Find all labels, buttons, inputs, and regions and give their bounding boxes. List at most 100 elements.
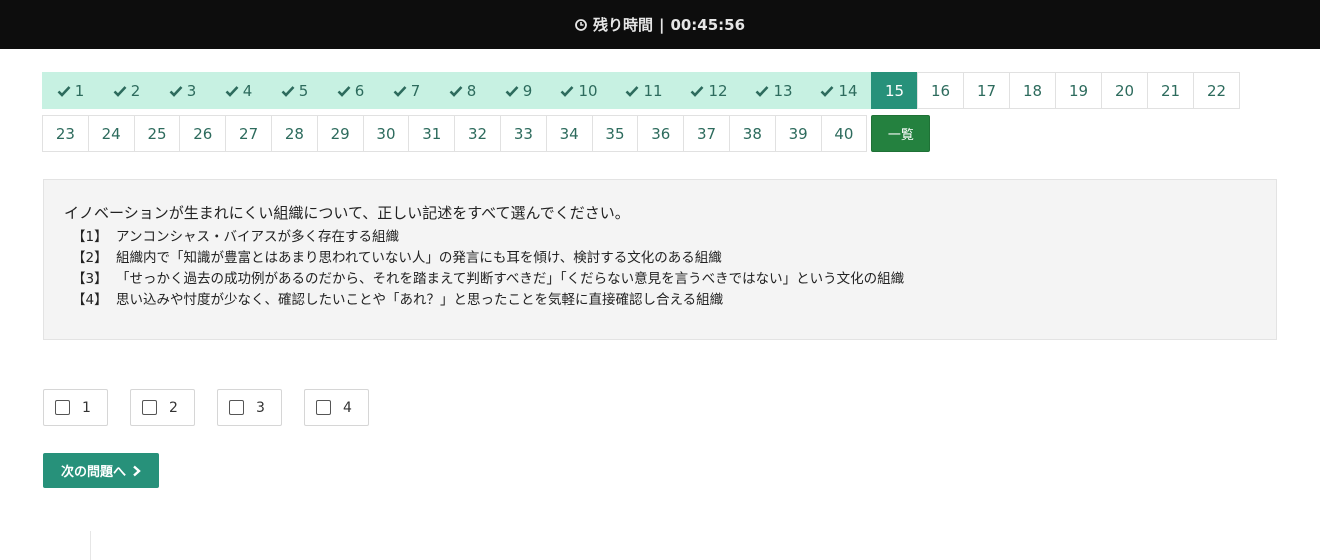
question-nav-number: 5 — [298, 81, 309, 100]
question-nav-item-33[interactable]: 33 — [499, 115, 547, 152]
check-icon — [820, 85, 834, 97]
question-nav-item-40[interactable]: 40 — [820, 115, 868, 152]
question-nav-item-32[interactable]: 32 — [454, 115, 501, 152]
question-nav-item-7[interactable]: 7 — [378, 72, 435, 109]
question-nav-item-4[interactable]: 4 — [210, 72, 267, 109]
question-nav-number: 28 — [284, 124, 304, 143]
question-nav-item-26[interactable]: 26 — [179, 115, 227, 152]
question-nav-item-27[interactable]: 27 — [225, 115, 272, 152]
check-icon — [690, 85, 704, 97]
check-icon — [337, 85, 351, 97]
answer-checkbox-1[interactable]: 1 — [43, 389, 108, 426]
question-nav-row-2: 23 24 25 26 27 28 29 30 31 32 33 34 35 36 37 38 39 40 一覧 — [42, 115, 1282, 153]
question-nav-number: 7 — [410, 81, 421, 100]
answer-label: 1 — [82, 399, 91, 416]
question-nav-number: 38 — [742, 124, 762, 143]
question-nav-item-20[interactable]: 20 — [1101, 72, 1148, 109]
question-nav-item-29[interactable]: 29 — [316, 115, 364, 152]
timer-bar: 残り時間 | 00:45:56 — [0, 0, 1320, 50]
question-nav-number: 14 — [838, 81, 858, 100]
check-icon — [625, 85, 639, 97]
option-label: 【1】 — [72, 229, 108, 245]
question-nav-item-22[interactable]: 22 — [1193, 72, 1240, 109]
question-nav-item-36[interactable]: 36 — [637, 115, 685, 152]
check-icon — [169, 85, 183, 97]
option-label: 【3】 — [72, 271, 108, 287]
check-icon — [113, 85, 127, 97]
question-nav-item-5[interactable]: 5 — [266, 72, 323, 109]
option-label: 【2】 — [72, 250, 108, 266]
option-text: 組織内で「知識が豊富とはあまり思われていない人」の発言にも耳を傾け、検討する文化… — [116, 250, 722, 266]
question-nav-number: 32 — [468, 124, 488, 143]
answer-checkbox-4[interactable]: 4 — [304, 389, 369, 426]
question-nav-item-11[interactable]: 11 — [611, 72, 677, 109]
question-nav-item-23[interactable]: 23 — [42, 115, 89, 152]
question-panel: イノベーションが生まれにくい組織について、正しい記述をすべて選んでください。 【… — [43, 179, 1277, 340]
question-nav-item-12[interactable]: 12 — [676, 72, 742, 109]
question-nav-item-35[interactable]: 35 — [591, 115, 639, 152]
question-nav-number: 34 — [559, 124, 579, 143]
question-nav-item-3[interactable]: 3 — [154, 72, 211, 109]
question-nav-item-24[interactable]: 24 — [87, 115, 135, 152]
question-nav-item-18[interactable]: 18 — [1009, 72, 1056, 109]
question-nav-item-17[interactable]: 17 — [963, 72, 1010, 109]
question-nav-number: 19 — [1068, 81, 1089, 100]
question-nav-number: 39 — [788, 124, 808, 143]
question-nav-item-6[interactable]: 6 — [322, 72, 379, 109]
question-nav-item-38[interactable]: 38 — [728, 115, 776, 152]
question-nav-number: 9 — [522, 81, 533, 100]
question-nav-item-25[interactable]: 25 — [133, 115, 181, 152]
question-list-button[interactable]: 一覧 — [871, 115, 931, 152]
question-nav-item-37[interactable]: 37 — [683, 115, 730, 152]
question-nav-number: 35 — [605, 124, 625, 143]
answer-label: 3 — [256, 399, 265, 416]
question-nav-item-15[interactable]: 15 — [871, 72, 918, 109]
chevron-right-icon — [132, 465, 141, 477]
checkbox-icon[interactable] — [55, 400, 70, 415]
question-options: 【1】 アンコンシャス・バイアスが多く存在する組織【2】 組織内で「知識が豊富とはあ… — [64, 227, 1256, 311]
question-nav-number: 21 — [1160, 81, 1181, 100]
question-nav-number: 11 — [643, 81, 663, 100]
question-nav-number: 15 — [884, 81, 905, 100]
question-nav-number: 8 — [466, 81, 477, 100]
check-icon — [57, 85, 71, 97]
question-nav-item-1[interactable]: 1 — [42, 72, 99, 109]
question-nav-item-10[interactable]: 10 — [546, 72, 612, 109]
check-icon — [393, 85, 407, 97]
question-option: 【1】 アンコンシャス・バイアスが多く存在する組織 — [64, 227, 1256, 248]
checkbox-icon[interactable] — [142, 400, 157, 415]
question-nav-number: 13 — [773, 81, 793, 100]
answer-checkbox-2[interactable]: 2 — [130, 389, 195, 426]
question-nav-number: 20 — [1114, 81, 1135, 100]
question-nav-item-8[interactable]: 8 — [434, 72, 491, 109]
question-nav-number: 2 — [130, 81, 141, 100]
question-nav-item-16[interactable]: 16 — [917, 72, 964, 109]
check-icon — [449, 85, 463, 97]
question-nav-item-2[interactable]: 2 — [98, 72, 155, 109]
answer-label: 2 — [169, 399, 178, 416]
question-nav-number: 4 — [242, 81, 253, 100]
checkbox-icon[interactable] — [229, 400, 244, 415]
question-nav-number: 24 — [101, 124, 121, 143]
checkbox-icon[interactable] — [316, 400, 331, 415]
option-label: 【4】 — [72, 292, 108, 308]
answer-checkbox-3[interactable]: 3 — [217, 389, 282, 426]
option-text: 「せっかく過去の成功例があるのだから、それを踏まえて判断すべきだ」「くだらない意… — [116, 271, 905, 287]
question-nav-number: 18 — [1022, 81, 1043, 100]
question-nav-item-30[interactable]: 30 — [362, 115, 410, 152]
question-nav-item-19[interactable]: 19 — [1055, 72, 1102, 109]
question-nav-item-31[interactable]: 31 — [408, 115, 456, 152]
question-nav-item-13[interactable]: 13 — [741, 72, 807, 109]
question-nav-item-34[interactable]: 34 — [545, 115, 593, 152]
question-nav-item-28[interactable]: 28 — [270, 115, 318, 152]
question-nav-number: 25 — [147, 124, 167, 143]
question-nav-item-9[interactable]: 9 — [490, 72, 547, 109]
question-navigator: 1 2 3 4 5 6 7 8 9 10 11 12 13 14 15 16 17 18 19 20 21 22 23 24… — [42, 72, 1282, 158]
check-icon — [755, 85, 769, 97]
next-question-button[interactable]: 次の問題へ — [43, 453, 159, 488]
question-nav-number: 1 — [74, 81, 85, 100]
check-icon — [505, 85, 519, 97]
question-nav-item-14[interactable]: 14 — [806, 72, 872, 109]
question-nav-item-21[interactable]: 21 — [1147, 72, 1194, 109]
question-nav-item-39[interactable]: 39 — [774, 115, 822, 152]
